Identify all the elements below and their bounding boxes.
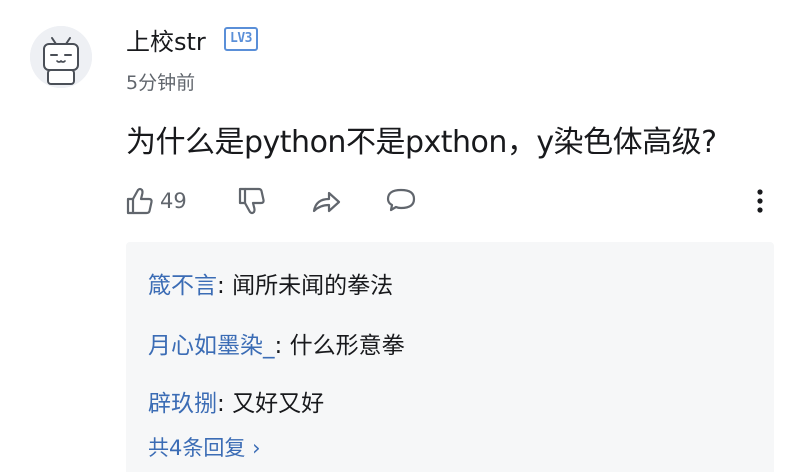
reply-user[interactable]: 辟玖捌 bbox=[148, 391, 217, 417]
reply-separator: : bbox=[274, 333, 290, 359]
chevron-right-icon: › bbox=[252, 436, 261, 460]
view-all-replies-label: 共4条回复 bbox=[148, 436, 246, 460]
share-button[interactable] bbox=[309, 184, 343, 218]
more-options-button[interactable] bbox=[752, 184, 768, 218]
like-button[interactable]: 49 bbox=[124, 184, 187, 218]
comment-card: 上校str LV3 5分钟前 为什么是python不是pxthon，y染色体高级… bbox=[0, 0, 800, 472]
comment-timestamp: 5分钟前 bbox=[126, 72, 196, 94]
reply-user[interactable]: 箴不言 bbox=[148, 273, 217, 299]
reply-text: 闻所未闻的拳法 bbox=[232, 273, 394, 299]
comment-author[interactable]: 上校str bbox=[126, 22, 206, 57]
dislike-button[interactable] bbox=[236, 184, 268, 218]
reply-separator: : bbox=[217, 391, 233, 417]
tv-mascot-icon bbox=[30, 26, 92, 88]
thumbs-down-icon bbox=[238, 187, 265, 215]
speech-bubble-icon bbox=[386, 188, 416, 212]
reply-button[interactable] bbox=[384, 184, 418, 218]
reply-separator: : bbox=[217, 273, 233, 299]
vertical-ellipsis-icon bbox=[757, 189, 763, 213]
reply-user[interactable]: 月心如墨染_ bbox=[148, 333, 275, 359]
reply-item: 箴不言: 闻所未闻的拳法 bbox=[148, 266, 393, 300]
avatar[interactable] bbox=[30, 26, 92, 88]
level-badge: LV3 bbox=[224, 27, 258, 51]
view-all-replies-link[interactable]: 共4条回复 › bbox=[148, 432, 260, 462]
like-count: 49 bbox=[160, 189, 187, 213]
replies-panel: 箴不言: 闻所未闻的拳法 月心如墨染_: 什么形意拳 辟玖捌: 又好又好 共4条… bbox=[126, 242, 774, 472]
reply-item: 月心如墨染_: 什么形意拳 bbox=[148, 326, 405, 360]
thumbs-up-icon bbox=[126, 187, 153, 215]
share-arrow-icon bbox=[312, 191, 341, 213]
reply-text: 又好又好 bbox=[232, 391, 325, 417]
comment-text: 为什么是python不是pxthon，y染色体高级? bbox=[126, 125, 717, 160]
reply-text: 什么形意拳 bbox=[289, 333, 405, 359]
reply-item: 辟玖捌: 又好又好 bbox=[148, 384, 324, 418]
